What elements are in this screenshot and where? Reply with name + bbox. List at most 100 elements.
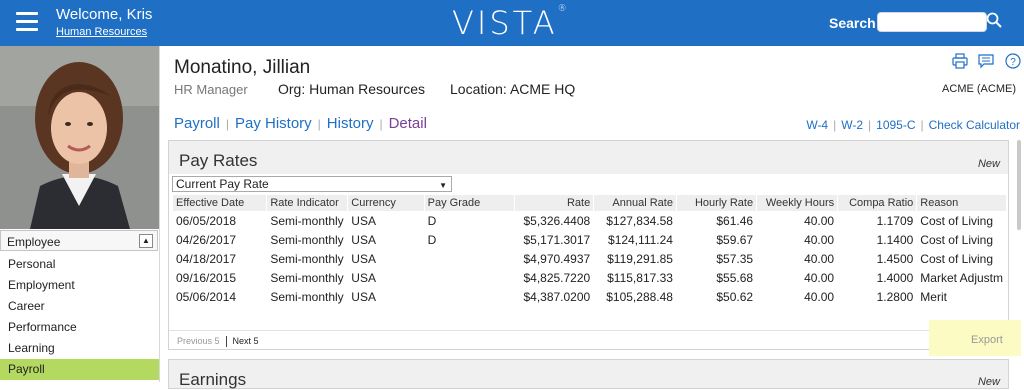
column-header[interactable]: Reason (917, 195, 1006, 211)
table-row[interactable]: 09/16/2015 Semi-monthly USA $4,825.7220 $115… (173, 268, 1006, 287)
earnings-title: Earnings (179, 370, 247, 389)
table-cell: $4,825.7220 (523, 270, 591, 285)
table-cell: Market Adjustm (920, 270, 1003, 285)
table-cell (425, 268, 515, 287)
employee-location: Location: ACME HQ (450, 81, 576, 97)
department-link[interactable]: Human Resources (56, 26, 147, 38)
svg-text:?: ? (1010, 57, 1016, 68)
toolbar-icons: ? (952, 53, 1021, 74)
table-cell: 1.4000 (876, 270, 914, 285)
table-cell: USA (351, 232, 376, 247)
table-cell: USA (351, 213, 376, 228)
sidebar-item-employment[interactable]: Employment (0, 275, 159, 296)
table-header-row: Effective Date Rate Indicator Currency P… (173, 195, 1006, 211)
table-cell: 40.00 (804, 232, 835, 247)
table-cell: $5,171.3017 (523, 232, 591, 247)
table-cell: 1.1709 (876, 213, 914, 228)
page-scrollbar[interactable] (1017, 140, 1021, 230)
sidebar-item-learning[interactable]: Learning (0, 338, 159, 359)
table-cell: $119,291.85 (607, 251, 673, 266)
pay-rate-filter-value: Current Pay Rate (176, 177, 269, 191)
table-cell: 06/05/2018 (176, 213, 237, 228)
check-calculator-link[interactable]: Check Calculator (929, 118, 1020, 132)
pay-rates-title: Pay Rates (179, 151, 258, 170)
table-cell: D (427, 232, 437, 247)
table-row[interactable]: 04/18/2017 Semi-monthly USA $4,970.4937 $119… (173, 249, 1006, 268)
earnings-panel: Earnings New (168, 359, 1009, 389)
search-icon[interactable] (986, 12, 1002, 28)
search-input[interactable] (877, 12, 987, 32)
column-header[interactable]: Effective Date (173, 195, 267, 211)
dropdown-arrow-icon: ▼ (439, 181, 447, 190)
table-cell: 04/26/2017 (176, 232, 237, 247)
sidebar-item-career[interactable]: Career (0, 296, 159, 317)
next-page-link[interactable]: Next 5 (233, 336, 259, 346)
column-header[interactable]: Currency (348, 195, 424, 211)
sidebar-divider (159, 46, 160, 382)
column-header[interactable]: Rate Indicator (267, 195, 348, 211)
column-header[interactable]: Pay Grade (424, 195, 515, 211)
sidebar-nav: Personal Employment Career Performance L… (0, 254, 159, 380)
table-cell: USA (351, 289, 376, 304)
table-cell: 05/06/2014 (176, 289, 237, 304)
table-cell: $5,326.4408 (523, 213, 591, 228)
table-cell: Cost of Living (920, 251, 993, 266)
w4-link[interactable]: W-4 (806, 118, 828, 132)
w2-link[interactable]: W-2 (841, 118, 863, 132)
employee-name: Monatino, Jillian (174, 57, 311, 78)
table-cell: $4,970.4937 (523, 251, 591, 266)
export-button[interactable]: Export (971, 334, 1003, 346)
table-cell (425, 287, 515, 306)
table-cell: USA (351, 270, 376, 285)
table-cell: 1.2800 (876, 289, 914, 304)
tab-payroll[interactable]: Payroll (174, 115, 220, 132)
table-cell: Cost of Living (920, 213, 993, 228)
table-cell: Semi-monthly (270, 213, 344, 228)
table-cell: $127,834.58 (606, 213, 673, 228)
1095c-link[interactable]: 1095-C (876, 118, 915, 132)
pay-rate-filter-select[interactable]: Current Pay Rate ▼ (172, 176, 452, 192)
sidebar-item-performance[interactable]: Performance (0, 317, 159, 338)
table-cell: $105,288.48 (606, 289, 673, 304)
table-cell: 40.00 (804, 289, 835, 304)
pay-rates-table: Effective Date Rate Indicator Currency P… (172, 195, 1007, 306)
vista-logo: VISTA® (452, 4, 567, 42)
earnings-new-button[interactable]: New (978, 376, 1000, 388)
table-cell: USA (351, 251, 376, 266)
collapse-icon[interactable]: ▲ (139, 234, 153, 248)
table-row[interactable]: 06/05/2018 Semi-monthly USA D $5,326.4408 $12… (173, 211, 1006, 230)
employee-org: Org: Human Resources (278, 81, 426, 97)
table-cell: $57.35 (716, 251, 754, 266)
table-cell: $61.46 (716, 213, 754, 228)
tab-history[interactable]: History (327, 115, 374, 132)
table-cell: 09/16/2015 (176, 270, 237, 285)
form-links: W-4 | W-2 | 1095-C | Check Calculator (806, 118, 1020, 132)
table-row[interactable]: 05/06/2014 Semi-monthly USA $4,387.0200 $105… (173, 287, 1006, 306)
sidebar-item-personal[interactable]: Personal (0, 254, 159, 275)
column-header[interactable]: Compa Ratio (838, 195, 917, 211)
tab-pay-history[interactable]: Pay History (235, 115, 312, 132)
pay-rates-new-button[interactable]: New (978, 158, 1000, 170)
table-cell: D (427, 213, 437, 228)
comment-icon[interactable] (978, 53, 995, 69)
employee-section-header[interactable]: Employee ▲ (0, 230, 158, 251)
column-header[interactable]: Rate (515, 195, 594, 211)
table-cell: 04/18/2017 (176, 251, 237, 266)
tab-detail[interactable]: Detail (389, 115, 427, 132)
table-cell: 40.00 (804, 251, 835, 266)
column-header[interactable]: Hourly Rate (676, 195, 757, 211)
table-cell: $55.68 (716, 270, 754, 285)
table-row[interactable]: 04/26/2017 Semi-monthly USA D $5,171.3017 $12… (173, 230, 1006, 249)
column-header[interactable]: Annual Rate (594, 195, 676, 211)
print-icon[interactable] (952, 53, 968, 69)
pay-rates-header: Pay Rates New (169, 141, 1008, 174)
previous-page-link[interactable]: Previous 5 (177, 336, 220, 346)
sidebar-item-payroll[interactable]: Payroll (0, 359, 159, 380)
menu-icon[interactable] (16, 12, 38, 32)
help-icon[interactable]: ? (1005, 53, 1021, 69)
table-cell: Semi-monthly (270, 289, 344, 304)
column-header[interactable]: Weekly Hours (757, 195, 838, 211)
table-cell: Semi-monthly (270, 232, 344, 247)
payroll-tabs: Payroll | Pay History | History | Detail (174, 115, 427, 132)
pager-divider (169, 330, 1008, 331)
